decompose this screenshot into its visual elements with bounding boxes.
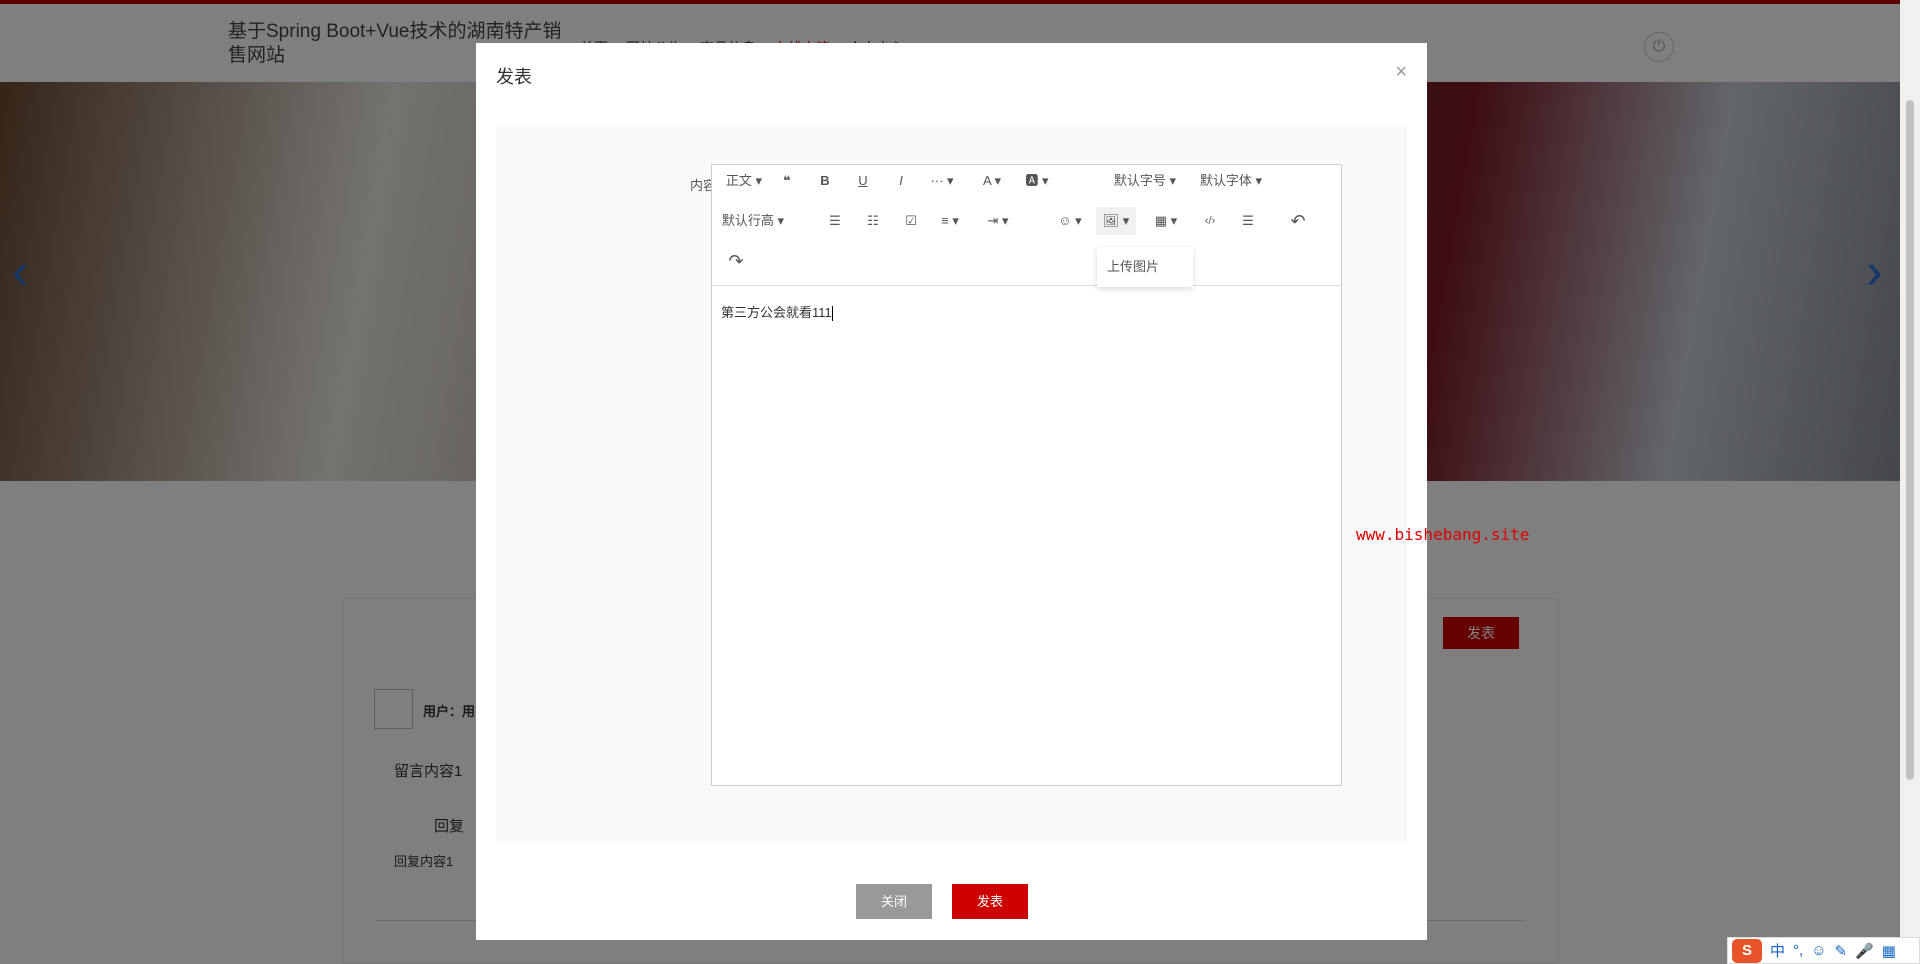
- ime-mode[interactable]: 中: [1770, 940, 1785, 961]
- italic-icon[interactable]: I: [888, 167, 914, 195]
- paragraph-select[interactable]: 正文 ▾: [722, 167, 766, 195]
- ime-logo-icon[interactable]: S: [1732, 938, 1762, 963]
- emoji-icon[interactable]: ☺ ▾: [1052, 207, 1088, 235]
- font-size-select[interactable]: 默认字号 ▾: [1112, 167, 1178, 195]
- ime-mic-icon[interactable]: 🎤: [1855, 942, 1874, 960]
- watermark: www.bishebang.site: [1356, 525, 1530, 544]
- font-color-icon[interactable]: A ▾: [974, 167, 1010, 195]
- image-icon[interactable]: 🖼 ▾: [1096, 207, 1136, 235]
- redo-icon[interactable]: ↷: [722, 247, 750, 275]
- table-icon[interactable]: ▦ ▾: [1148, 207, 1184, 235]
- line-height-select[interactable]: 默认行高 ▾: [720, 207, 786, 235]
- background-color-icon[interactable]: 🅰 ▾: [1018, 167, 1056, 195]
- ime-pen-icon[interactable]: ✎: [1835, 942, 1848, 960]
- ime-grid-icon[interactable]: ▦: [1882, 942, 1896, 960]
- close-icon[interactable]: ×: [1395, 61, 1407, 84]
- ime-emoji-icon[interactable]: ☺: [1811, 942, 1826, 959]
- text-caret: [831, 306, 833, 322]
- divider-icon[interactable]: ☰: [1234, 207, 1262, 235]
- ime-toolbar: S 中 °, ☺ ✎ 🎤 ▦: [1727, 937, 1920, 964]
- align-icon[interactable]: ≡ ▾: [932, 207, 968, 235]
- more-style-icon[interactable]: ··· ▾: [922, 167, 962, 195]
- indent-icon[interactable]: ⇥ ▾: [980, 207, 1016, 235]
- quote-icon[interactable]: ❝: [774, 167, 800, 195]
- undo-icon[interactable]: ↶: [1284, 207, 1312, 235]
- scrollbar-thumb[interactable]: [1906, 100, 1914, 780]
- editor-text: 第三方公会就看111: [721, 305, 832, 320]
- bullet-list-icon[interactable]: ☰: [822, 207, 848, 235]
- dialog-title: 发表: [496, 67, 532, 87]
- todo-icon[interactable]: ☑: [898, 207, 924, 235]
- bold-icon[interactable]: B: [812, 167, 838, 195]
- submit-button[interactable]: 发表: [952, 884, 1028, 919]
- post-dialog: 发表 × 内容 正文 ▾ ❝ B U I ··· ▾ A ▾ 🅰 ▾ 默认字号 …: [476, 43, 1529, 940]
- image-dropdown: 上传图片: [1097, 247, 1193, 287]
- ime-punct-icon[interactable]: °,: [1793, 942, 1803, 959]
- editor-content[interactable]: 第三方公会就看111: [712, 286, 1341, 337]
- rich-text-editor: 正文 ▾ ❝ B U I ··· ▾ A ▾ 🅰 ▾ 默认字号 ▾ 默认字体 ▾…: [711, 164, 1342, 786]
- upload-image-option[interactable]: 上传图片: [1107, 259, 1159, 274]
- editor-toolbar: 正文 ▾ ❝ B U I ··· ▾ A ▾ 🅰 ▾ 默认字号 ▾ 默认字体 ▾…: [712, 165, 1341, 287]
- form-area: 内容 正文 ▾ ❝ B U I ··· ▾ A ▾ 🅰 ▾ 默认字号 ▾ 默认字…: [496, 125, 1407, 843]
- font-family-select[interactable]: 默认字体 ▾: [1198, 167, 1264, 195]
- code-icon[interactable]: ‹/›: [1196, 207, 1224, 235]
- numbered-list-icon[interactable]: ☷: [860, 207, 886, 235]
- underline-icon[interactable]: U: [850, 167, 876, 195]
- close-button[interactable]: 关闭: [856, 884, 932, 919]
